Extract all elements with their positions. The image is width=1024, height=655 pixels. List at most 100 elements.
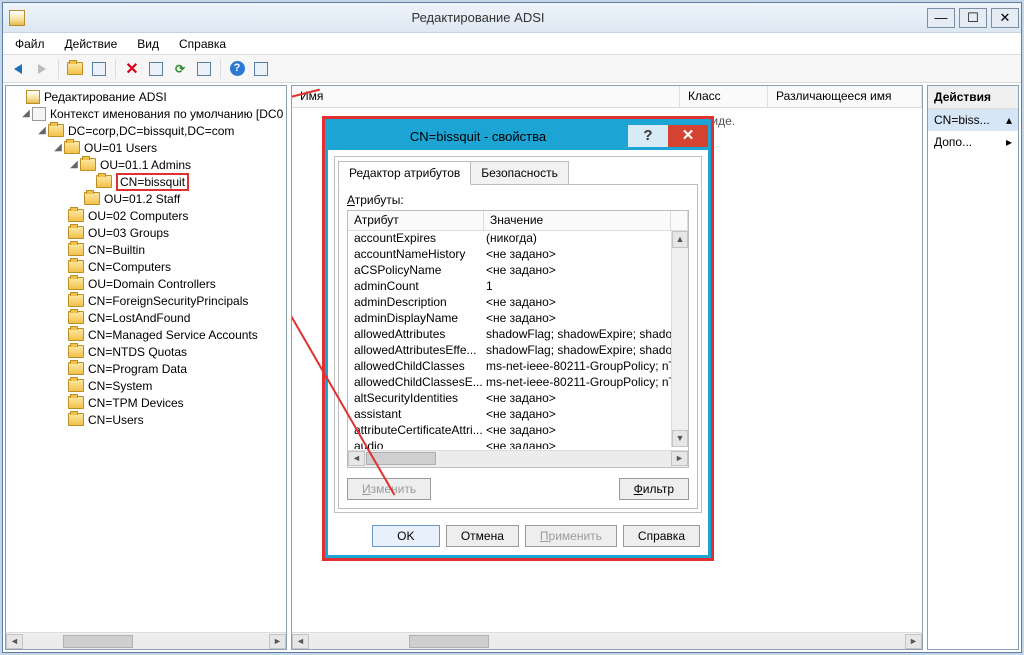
attr-name: accountNameHistory: [348, 247, 484, 263]
col-class[interactable]: Класс: [680, 86, 768, 107]
help-icon: ?: [230, 61, 245, 76]
attribute-row[interactable]: audio<не задано>: [348, 439, 688, 449]
tree-cn-fsp[interactable]: CN=ForeignSecurityPrincipals: [6, 292, 286, 309]
actions-context-row[interactable]: CN=biss...▴: [928, 109, 1018, 131]
tree-pane: Редактирование ADSI ◢Контекст именования…: [5, 85, 287, 650]
toolbar: ✕ ⟳ ?: [3, 55, 1021, 83]
filter-button[interactable]: Фильтр: [619, 478, 689, 500]
tree-cn-users[interactable]: CN=Users: [6, 411, 286, 428]
tree-ou-01users[interactable]: ◢OU=01 Users: [6, 139, 286, 156]
cancel-button[interactable]: Отмена: [446, 525, 519, 547]
tree-hscroll[interactable]: ◄►: [6, 632, 286, 649]
minimize-button[interactable]: —: [927, 8, 955, 28]
attr-name: altSecurityIdentities: [348, 391, 484, 407]
grid-vscroll[interactable]: ▲▼: [671, 231, 688, 447]
ok-button[interactable]: OK: [372, 525, 440, 547]
attribute-row[interactable]: allowedAttributesshadowFlag; shadowExpir…: [348, 327, 688, 343]
show-tree-button[interactable]: [88, 58, 110, 80]
nav-back-button[interactable]: [7, 58, 29, 80]
help-button[interactable]: ?: [226, 58, 248, 80]
tree-ou-03groups[interactable]: OU=03 Groups: [6, 224, 286, 241]
attr-name: adminDescription: [348, 295, 484, 311]
attr-value: ms-net-ieee-80211-GroupPolicy; nTFRSSubs: [484, 359, 688, 375]
tree-root[interactable]: Редактирование ADSI: [6, 88, 286, 105]
attribute-row[interactable]: assistant<не задано>: [348, 407, 688, 423]
actions-more-row[interactable]: Допо...▸: [928, 131, 1018, 153]
col-dn[interactable]: Различающееся имя: [768, 86, 922, 107]
attr-value: 1: [484, 279, 688, 295]
up-folder-button[interactable]: [64, 58, 86, 80]
col-attribute[interactable]: Атрибут: [348, 211, 484, 230]
attr-name: adminDisplayName: [348, 311, 484, 327]
tree-ou-012staff[interactable]: OU=01.2 Staff: [6, 190, 286, 207]
view-options-button[interactable]: [250, 58, 272, 80]
view-icon: [254, 62, 268, 76]
attr-value: (никогда): [484, 231, 688, 247]
attribute-row[interactable]: aCSPolicyName<не задано>: [348, 263, 688, 279]
properties-button[interactable]: [145, 58, 167, 80]
dialog-titlebar: CN=bissquit - свойства ? ✕: [328, 122, 708, 150]
menu-action[interactable]: Действие: [57, 35, 126, 53]
attribute-row[interactable]: adminCount1: [348, 279, 688, 295]
tree-ou-011admins[interactable]: ◢OU=01.1 Admins: [6, 156, 286, 173]
attr-value: <не задано>: [484, 407, 688, 423]
tree-ou-02computers[interactable]: OU=02 Computers: [6, 207, 286, 224]
maximize-button[interactable]: ☐: [959, 8, 987, 28]
attribute-row[interactable]: adminDisplayName<не задано>: [348, 311, 688, 327]
tree-cn-msa[interactable]: CN=Managed Service Accounts: [6, 326, 286, 343]
tree-cn-builtin[interactable]: CN=Builtin: [6, 241, 286, 258]
attribute-row[interactable]: altSecurityIdentities<не задано>: [348, 391, 688, 407]
attr-value: <не задано>: [484, 247, 688, 263]
delete-button[interactable]: ✕: [121, 58, 143, 80]
tree-cn-bissquit[interactable]: CN=bissquit: [6, 173, 286, 190]
tab-security[interactable]: Безопасность: [471, 161, 569, 185]
menu-help[interactable]: Справка: [171, 35, 234, 53]
dialog-help-button[interactable]: ?: [628, 125, 668, 147]
attr-value: <не задано>: [484, 295, 688, 311]
attribute-row[interactable]: adminDescription<не задано>: [348, 295, 688, 311]
attribute-row[interactable]: accountNameHistory<не задано>: [348, 247, 688, 263]
tree-naming-context[interactable]: ◢Контекст именования по умолчанию [DC0: [6, 105, 286, 122]
attribute-row[interactable]: allowedChildClassesE...ms-net-ieee-80211…: [348, 375, 688, 391]
col-value[interactable]: Значение: [484, 211, 671, 230]
tree-cn-tpmdevices[interactable]: CN=TPM Devices: [6, 394, 286, 411]
attr-name: attributeCertificateAttri...: [348, 423, 484, 439]
attribute-row[interactable]: accountExpires(никогда): [348, 231, 688, 247]
tree-cn-ntdsquotas[interactable]: CN=NTDS Quotas: [6, 343, 286, 360]
col-name[interactable]: Имя: [292, 86, 680, 107]
arrow-right-icon: [38, 64, 46, 74]
tree-ou-domaincontrollers[interactable]: OU=Domain Controllers: [6, 275, 286, 292]
list-hscroll[interactable]: ◄►: [292, 632, 922, 649]
grid-hscroll[interactable]: ◄►: [348, 450, 688, 467]
tree-cn-computers[interactable]: CN=Computers: [6, 258, 286, 275]
nav-forward-button[interactable]: [31, 58, 53, 80]
tree-cn-programdata[interactable]: CN=Program Data: [6, 360, 286, 377]
attribute-row[interactable]: allowedAttributesEffe...shadowFlag; shad…: [348, 343, 688, 359]
tree-cn-lostandfound[interactable]: CN=LostAndFound: [6, 309, 286, 326]
attribute-row[interactable]: attributeCertificateAttri...<не задано>: [348, 423, 688, 439]
attribute-grid[interactable]: Атрибут Значение accountExpires(никогда)…: [347, 210, 689, 468]
tree-dc[interactable]: ◢DC=corp,DC=bissquit,DC=com: [6, 122, 286, 139]
dialog-close-button[interactable]: ✕: [668, 125, 708, 147]
attribute-row[interactable]: allowedChildClassesms-net-ieee-80211-Gro…: [348, 359, 688, 375]
help-dialog-button[interactable]: Справка: [623, 525, 700, 547]
main-window: Редактирование ADSI — ☐ ✕ Файл Действие …: [2, 2, 1022, 653]
list-columns: Имя Класс Различающееся имя: [292, 86, 922, 108]
folder-up-icon: [67, 62, 83, 75]
attr-value: <не задано>: [484, 311, 688, 327]
actions-pane: Действия CN=biss...▴ Допо...▸: [927, 85, 1019, 650]
menu-view[interactable]: Вид: [129, 35, 167, 53]
dialog-tabs: Редактор атрибутов Безопасность: [338, 160, 698, 184]
apply-button[interactable]: Применить: [525, 525, 617, 547]
tab-attribute-editor[interactable]: Редактор атрибутов: [338, 161, 471, 185]
refresh-button[interactable]: ⟳: [169, 58, 191, 80]
close-button[interactable]: ✕: [991, 8, 1019, 28]
attr-value: <не задано>: [484, 423, 688, 439]
tree-cn-system[interactable]: CN=System: [6, 377, 286, 394]
delete-icon: ✕: [125, 59, 138, 79]
menubar: Файл Действие Вид Справка: [3, 33, 1021, 55]
menu-file[interactable]: Файл: [7, 35, 53, 53]
export-button[interactable]: [193, 58, 215, 80]
chevron-up-icon: ▴: [1006, 113, 1012, 127]
tree[interactable]: Редактирование ADSI ◢Контекст именования…: [6, 86, 286, 632]
